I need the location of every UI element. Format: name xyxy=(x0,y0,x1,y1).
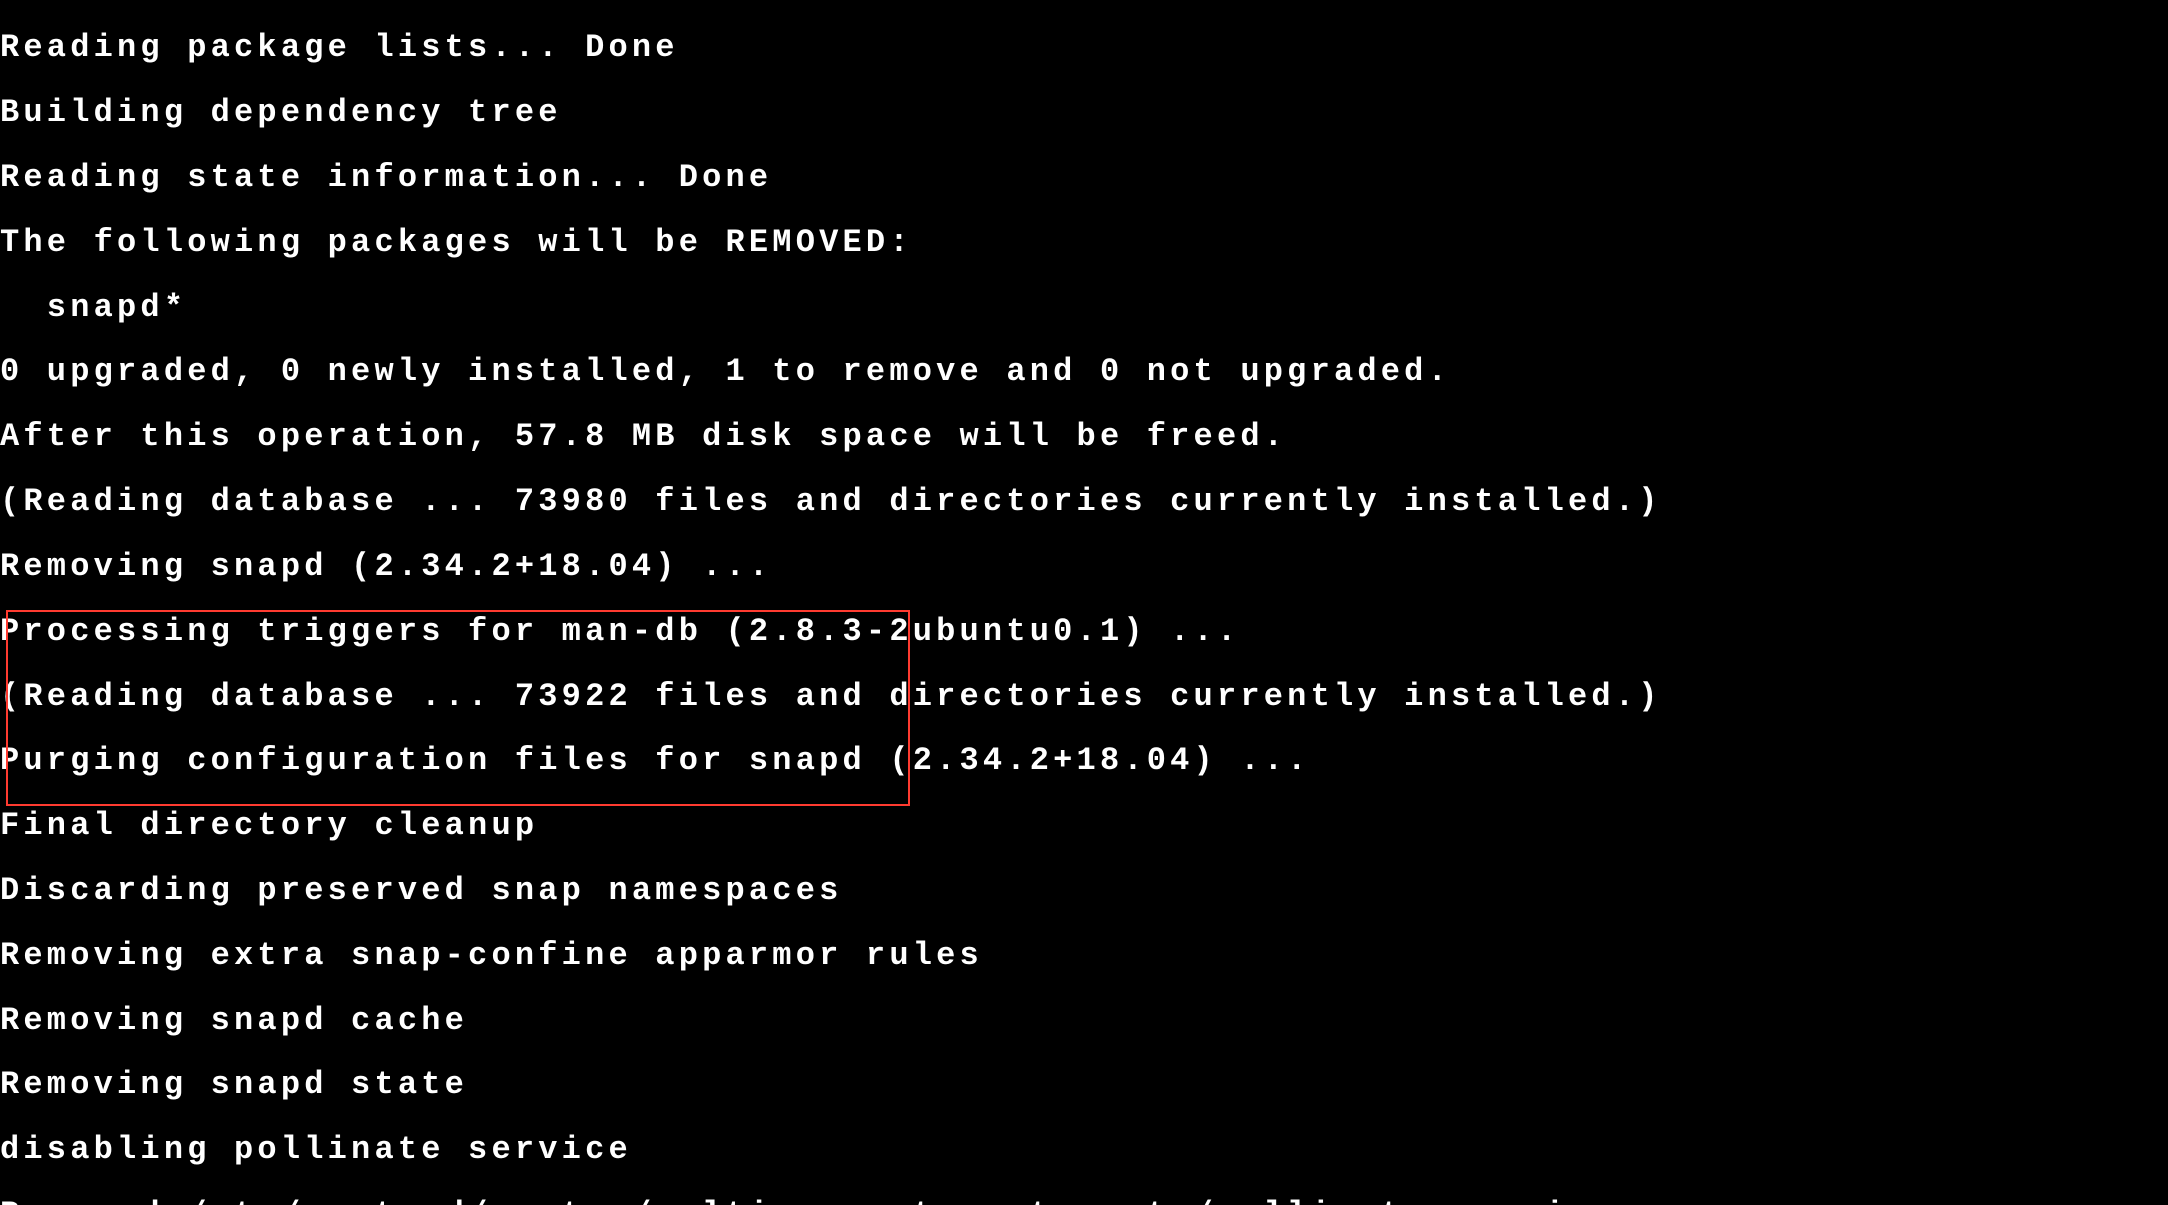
terminal-line: Reading state information... Done xyxy=(0,162,2168,194)
terminal-line: Reading package lists... Done xyxy=(0,32,2168,64)
terminal-line: Building dependency tree xyxy=(0,97,2168,129)
terminal-line: (Reading database ... 73922 files and di… xyxy=(0,681,2168,713)
terminal-line: Processing triggers for man-db (2.8.3-2u… xyxy=(0,616,2168,648)
terminal-line: Discarding preserved snap namespaces xyxy=(0,875,2168,907)
terminal-line: Purging configuration files for snapd (2… xyxy=(0,745,2168,777)
terminal-line: Removing snapd state xyxy=(0,1069,2168,1101)
terminal-line: Final directory cleanup xyxy=(0,810,2168,842)
terminal-line: Removing snapd (2.34.2+18.04) ... xyxy=(0,551,2168,583)
terminal-line: 0 upgraded, 0 newly installed, 1 to remo… xyxy=(0,356,2168,388)
terminal-line: Removed /etc/systemd/system/multi-user.t… xyxy=(0,1199,2168,1205)
terminal-line: (Reading database ... 73980 files and di… xyxy=(0,486,2168,518)
terminal-line: The following packages will be REMOVED: xyxy=(0,227,2168,259)
terminal-line: Removing snapd cache xyxy=(0,1005,2168,1037)
terminal-line: snapd* xyxy=(0,292,2168,324)
terminal-output[interactable]: Reading package lists... Done Building d… xyxy=(0,0,2168,1205)
terminal-line: After this operation, 57.8 MB disk space… xyxy=(0,421,2168,453)
terminal-line: disabling pollinate service xyxy=(0,1134,2168,1166)
terminal-line: Removing extra snap-confine apparmor rul… xyxy=(0,940,2168,972)
